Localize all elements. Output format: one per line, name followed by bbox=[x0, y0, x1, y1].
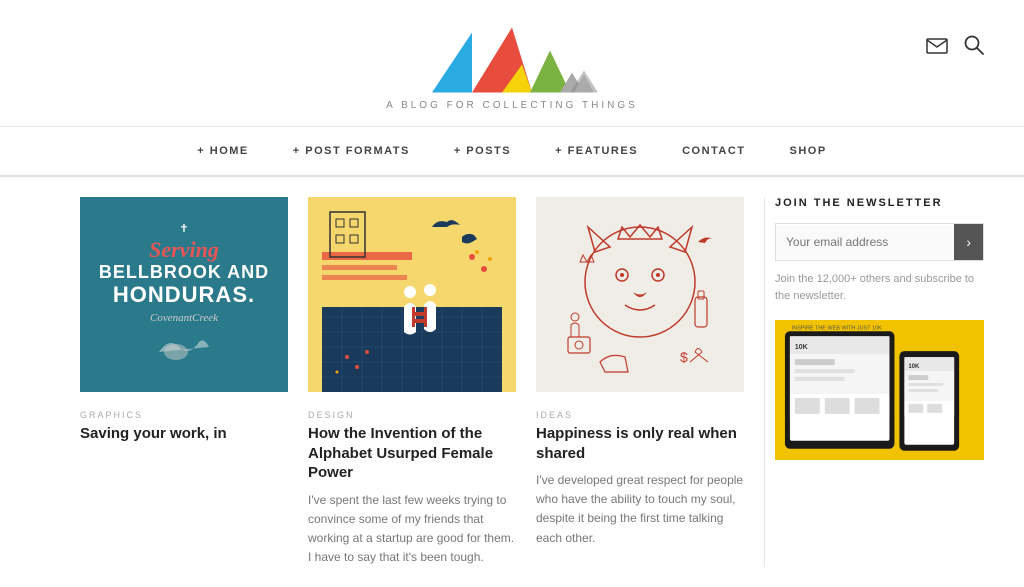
post-image-3[interactable]: $ bbox=[536, 197, 744, 392]
nav-posts[interactable]: + POSTS bbox=[432, 127, 533, 175]
main-nav: + HOME + POST FORMATS + POSTS + FEATURES… bbox=[0, 127, 1024, 177]
header-icons bbox=[926, 35, 984, 61]
post-category-2: DESIGN bbox=[308, 410, 516, 420]
email-icon[interactable] bbox=[926, 37, 948, 60]
post-image-text-1: ✝ Serving BELLBROOK AND HONDURAS. Covena… bbox=[99, 222, 269, 368]
nav-features[interactable]: + FEATURES bbox=[533, 127, 660, 175]
sidebar: JOIN THE NEWSLETTER › Join the 12,000+ o… bbox=[764, 197, 984, 567]
site-tagline: A BLOG FOR COLLECTING THINGS bbox=[386, 100, 638, 111]
post-meta-1: GRAPHICS Saving your work, in bbox=[80, 410, 288, 452]
content-area: ✝ Serving BELLBROOK AND HONDURAS. Covena… bbox=[0, 177, 1024, 587]
sidebar-ad-inner: 10K 10K bbox=[775, 320, 984, 460]
newsletter-form: › bbox=[775, 223, 984, 261]
newsletter-submit-button[interactable]: › bbox=[954, 224, 983, 260]
site-header: A BLOG FOR COLLECTING THINGS bbox=[0, 0, 1024, 127]
logo-triangles-svg bbox=[422, 20, 602, 100]
svg-text:10K: 10K bbox=[795, 344, 808, 351]
svg-text:$: $ bbox=[680, 349, 688, 365]
nav-shop[interactable]: SHOP bbox=[768, 127, 849, 175]
svg-text:INSPIRE THE WEB WITH JUST 10K: INSPIRE THE WEB WITH JUST 10K bbox=[792, 325, 882, 331]
newsletter-email-input[interactable] bbox=[776, 225, 954, 259]
post-excerpt-2: I've spent the last few weeks trying to … bbox=[308, 491, 516, 568]
nav-post-formats[interactable]: + POST FORMATS bbox=[271, 127, 432, 175]
post-card-2: DESIGN How the Invention of the Alphabet… bbox=[308, 197, 516, 567]
newsletter-title: JOIN THE NEWSLETTER bbox=[775, 197, 984, 209]
sidebar-ad[interactable]: 10K 10K bbox=[775, 320, 984, 460]
post-excerpt-3: I've developed great respect for people … bbox=[536, 471, 744, 548]
nav-home[interactable]: + HOME bbox=[175, 127, 270, 175]
post-card-1: ✝ Serving BELLBROOK AND HONDURAS. Covena… bbox=[80, 197, 288, 567]
post-image-2[interactable] bbox=[308, 197, 516, 392]
newsletter-description: Join the 12,000+ others and subscribe to… bbox=[775, 271, 984, 304]
post-meta-3: IDEAS Happiness is only real when shared… bbox=[536, 410, 744, 548]
post-title-3[interactable]: Happiness is only real when shared bbox=[536, 424, 744, 463]
post-image-1[interactable]: ✝ Serving BELLBROOK AND HONDURAS. Covena… bbox=[80, 197, 288, 392]
newsletter-arrow-icon: › bbox=[966, 234, 971, 250]
nav-contact[interactable]: CONTACT bbox=[660, 127, 767, 175]
post-card-3: $ IDEAS Happiness is only real when shar… bbox=[536, 197, 744, 567]
svg-text:10K: 10K bbox=[908, 364, 920, 370]
site-logo[interactable]: A BLOG FOR COLLECTING THINGS bbox=[386, 20, 638, 111]
posts-grid: ✝ Serving BELLBROOK AND HONDURAS. Covena… bbox=[80, 197, 744, 567]
post-category-3: IDEAS bbox=[536, 410, 744, 420]
post-meta-2: DESIGN How the Invention of the Alphabet… bbox=[308, 410, 516, 567]
search-icon[interactable] bbox=[964, 35, 984, 61]
post-category-1: GRAPHICS bbox=[80, 410, 288, 420]
post-title-1[interactable]: Saving your work, in bbox=[80, 424, 288, 444]
post-title-2[interactable]: How the Invention of the Alphabet Usurpe… bbox=[308, 424, 516, 483]
